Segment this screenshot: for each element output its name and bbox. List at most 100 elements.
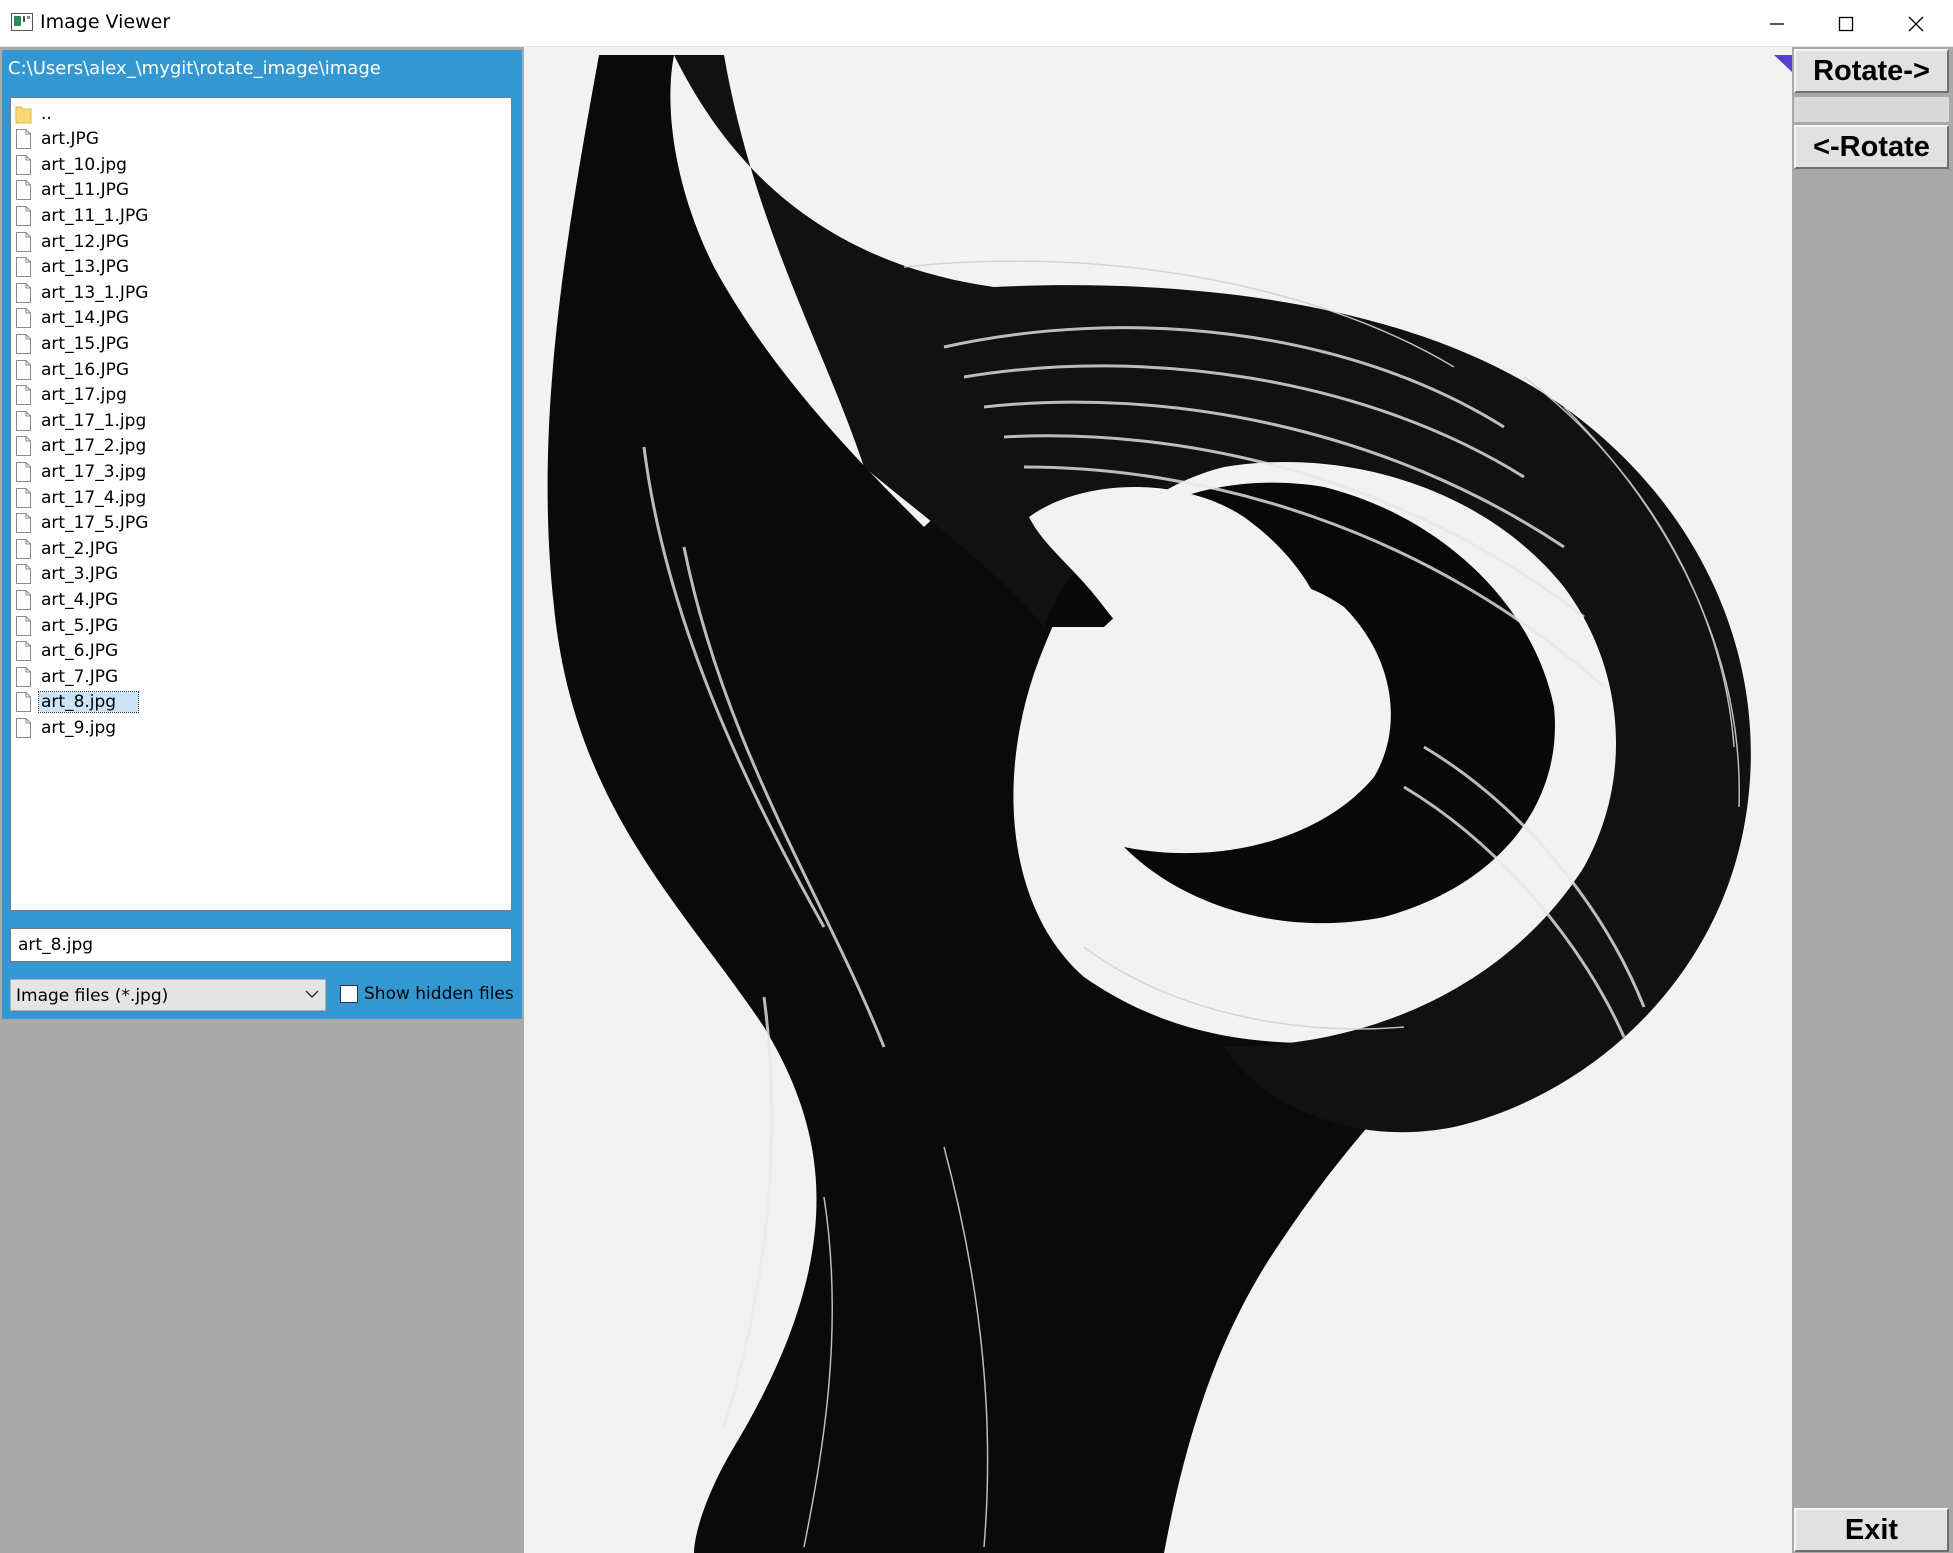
file-icon [16, 385, 31, 406]
file-item[interactable]: art_17_3.jpg [15, 459, 146, 484]
file-name: art_12.JPG [41, 231, 130, 252]
file-item[interactable]: art_14.JPG [15, 306, 129, 331]
file-icon [16, 538, 31, 559]
file-item[interactable]: art_13.JPG [15, 255, 129, 280]
file-item[interactable]: art_16.JPG [15, 357, 129, 382]
maximize-icon [1838, 16, 1854, 31]
file-item[interactable]: art_4.JPG [15, 587, 118, 612]
file-icon [16, 717, 31, 738]
file-name: art_8.jpg [37, 691, 140, 714]
file-icon [16, 615, 31, 636]
minimize-button[interactable] [1743, 0, 1811, 47]
filename-value: art_8.jpg [18, 935, 94, 955]
title-bar: Image Viewer [0, 0, 1953, 47]
file-item[interactable]: art_15.JPG [15, 331, 129, 356]
file-item[interactable]: art_2.JPG [15, 536, 118, 561]
file-name: .. [41, 103, 52, 124]
minimize-icon [1770, 22, 1784, 25]
file-icon [16, 461, 31, 482]
chevron-down-icon [305, 990, 319, 998]
show-hidden-toggle[interactable]: Show hidden files [340, 984, 514, 1004]
file-item[interactable]: art_6.JPG [15, 639, 118, 664]
file-name: art_17_2.jpg [41, 436, 147, 457]
file-name: art_11.JPG [41, 180, 130, 201]
file-name: art_13.JPG [41, 257, 130, 278]
rotate-left-button[interactable]: <-Rotate [1794, 125, 1949, 169]
image-canvas[interactable] [524, 47, 1792, 1553]
file-icon [16, 513, 31, 534]
file-name: art_13_1.JPG [41, 282, 149, 303]
file-icon [16, 180, 31, 201]
file-name: art_16.JPG [41, 359, 130, 380]
file-item[interactable]: art_17.jpg [15, 383, 127, 408]
file-name: art_6.JPG [41, 641, 119, 662]
file-name: art_2.JPG [41, 538, 119, 559]
file-name: art_17_3.jpg [41, 461, 147, 482]
file-item[interactable]: art_5.JPG [15, 613, 118, 638]
close-icon [1908, 16, 1924, 31]
window-title: Image Viewer [40, 11, 171, 33]
file-name: art.JPG [41, 129, 99, 150]
file-icon [16, 564, 31, 585]
file-item[interactable]: art_7.JPG [15, 664, 118, 689]
file-name: art_7.JPG [41, 666, 119, 687]
file-name: art_11_1.JPG [41, 205, 149, 226]
file-type-dropdown[interactable]: Image files (*.jpg) [10, 979, 326, 1011]
file-icon [16, 257, 31, 278]
current-path: C:\Users\alex_\mygit\rotate_image\image [8, 58, 381, 79]
file-item[interactable]: art_17_2.jpg [15, 434, 146, 459]
file-name: art_17_1.jpg [41, 410, 147, 431]
file-icon [16, 231, 31, 252]
file-name: art_17_5.JPG [41, 513, 149, 534]
file-icon [16, 205, 31, 226]
file-item[interactable]: art_3.JPG [15, 562, 118, 587]
rotate-right-button[interactable]: Rotate-> [1794, 49, 1949, 93]
file-name: art_4.JPG [41, 589, 119, 610]
maximize-button[interactable] [1812, 0, 1880, 47]
file-name: art_9.jpg [41, 717, 117, 738]
file-item[interactable]: art_17_5.JPG [15, 511, 148, 536]
button-spacer [1794, 97, 1949, 122]
file-item[interactable]: art_10.jpg [15, 152, 127, 177]
file-name: art_14.JPG [41, 308, 130, 329]
file-name: art_10.jpg [41, 154, 127, 175]
file-icon [16, 154, 31, 175]
app-icon [11, 13, 33, 31]
parent-folder-item[interactable]: .. [15, 101, 52, 126]
file-icon [16, 436, 31, 457]
file-icon [16, 641, 31, 662]
file-icon [16, 487, 31, 508]
exit-button[interactable]: Exit [1794, 1508, 1949, 1552]
file-item[interactable]: art_11.JPG [15, 178, 129, 203]
close-window-button[interactable] [1882, 0, 1950, 47]
file-item[interactable]: art_12.JPG [15, 229, 129, 254]
file-icon [16, 308, 31, 329]
file-name: art_17.jpg [41, 385, 127, 406]
brush-stroke-artwork [524, 47, 1792, 1553]
file-item[interactable]: art_13_1.JPG [15, 280, 148, 305]
file-icon [16, 129, 31, 150]
file-item[interactable]: art_17_4.jpg [15, 485, 146, 510]
file-icon [16, 359, 31, 380]
file-item[interactable]: art_9.jpg [15, 715, 116, 740]
file-icon [16, 666, 31, 687]
folder-icon [15, 106, 32, 123]
file-icon [16, 692, 31, 713]
file-type-selected: Image files (*.jpg) [16, 986, 169, 1006]
file-name: art_15.JPG [41, 333, 130, 354]
right-panel-background [1792, 47, 1953, 1553]
file-item[interactable]: art_8.jpg [15, 690, 140, 715]
file-icon [16, 282, 31, 303]
file-name: art_17_4.jpg [41, 487, 147, 508]
show-hidden-label: Show hidden files [364, 984, 514, 1004]
file-item[interactable]: art.JPG [15, 127, 99, 152]
file-name: art_3.JPG [41, 564, 119, 585]
file-icon [16, 589, 31, 610]
file-item[interactable]: art_17_1.jpg [15, 408, 146, 433]
file-list[interactable]: .. art.JPG art_10.jpg art_11.JPG art_11_1.JP… [10, 97, 512, 911]
show-hidden-checkbox[interactable] [340, 985, 358, 1003]
file-item[interactable]: art_11_1.JPG [15, 203, 148, 228]
filename-field[interactable]: art_8.jpg [10, 928, 512, 962]
file-name: art_5.JPG [41, 615, 119, 636]
file-icon [16, 410, 31, 431]
